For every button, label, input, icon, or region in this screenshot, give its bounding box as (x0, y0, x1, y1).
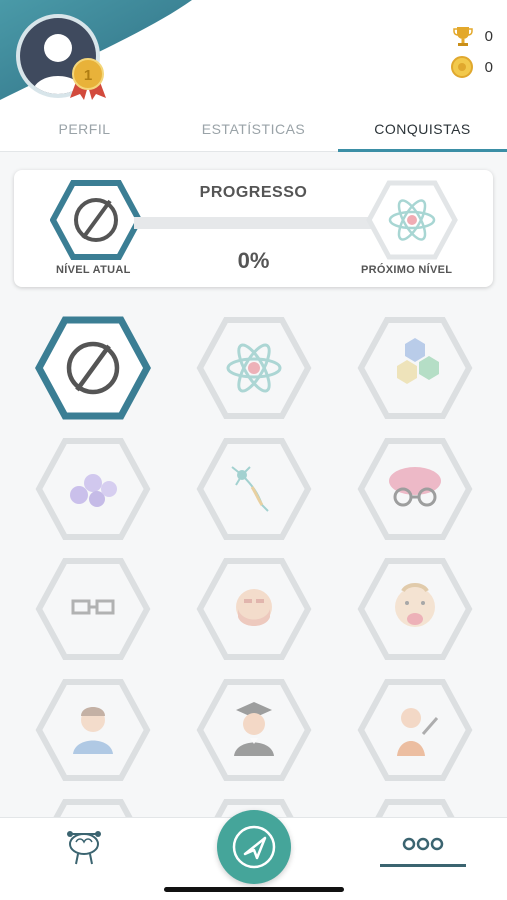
achievement-badge[interactable] (357, 557, 473, 661)
graduate-icon (234, 702, 274, 756)
achievement-badge[interactable] (35, 437, 151, 541)
svg-text:1: 1 (84, 67, 92, 84)
baby-icon (395, 583, 435, 627)
atom-icon (226, 343, 282, 393)
cells-icon (70, 474, 117, 507)
profile-tabs: PERFIL ESTATÍSTICAS CONQUISTAS (0, 118, 507, 152)
tab-conquistas[interactable]: CONQUISTAS (338, 118, 507, 152)
coin-count: 0 (484, 58, 493, 76)
molecule-icon (397, 338, 439, 384)
achievement-badge[interactable] (196, 678, 312, 782)
brain-mascot-icon[interactable] (62, 826, 106, 870)
trophy-stat: 0 (452, 25, 493, 47)
achievement-badge[interactable] (35, 678, 151, 782)
more-dots-icon (402, 837, 444, 851)
achievement-badge[interactable] (35, 316, 151, 420)
trophy-icon (452, 27, 473, 46)
trophy-count: 0 (484, 27, 493, 45)
tab-perfil[interactable]: PERFIL (0, 118, 169, 152)
coin-stat: 0 (450, 56, 493, 78)
progress-card: PROGRESSO 0% NÍVEL ATUAL PRÓXIMO NÍVEL (14, 170, 493, 287)
face-mask-icon (236, 589, 272, 626)
brain-glasses-icon (389, 467, 441, 507)
current-level-label: NÍVEL ATUAL (56, 264, 131, 276)
navigate-button[interactable] (217, 810, 291, 884)
neuron-icon (231, 466, 269, 512)
teacher-icon (397, 708, 439, 756)
achievement-badge[interactable] (357, 678, 473, 782)
coin-icon (450, 56, 473, 78)
boy-icon (73, 707, 113, 754)
achievement-badge[interactable] (357, 316, 473, 420)
achievement-badge[interactable] (357, 437, 473, 541)
compass-arrow-icon (232, 825, 276, 869)
more-tab[interactable] (380, 830, 466, 870)
profile-header: 1 0 0 (0, 0, 507, 118)
tab-estatisticas[interactable]: ESTATÍSTICAS (169, 118, 338, 152)
glasses-icon (71, 599, 115, 615)
progress-bar (134, 217, 374, 229)
achievement-badge[interactable] (196, 557, 312, 661)
achievement-badge[interactable] (196, 316, 312, 420)
achievement-badge[interactable] (35, 557, 151, 661)
level-medal-icon: 1 (70, 58, 106, 100)
achievement-badge[interactable] (196, 437, 312, 541)
next-level-label: PRÓXIMO NÍVEL (361, 264, 453, 276)
active-tab-indicator (380, 864, 466, 867)
home-indicator (164, 887, 344, 892)
bottom-navigation (0, 810, 507, 900)
